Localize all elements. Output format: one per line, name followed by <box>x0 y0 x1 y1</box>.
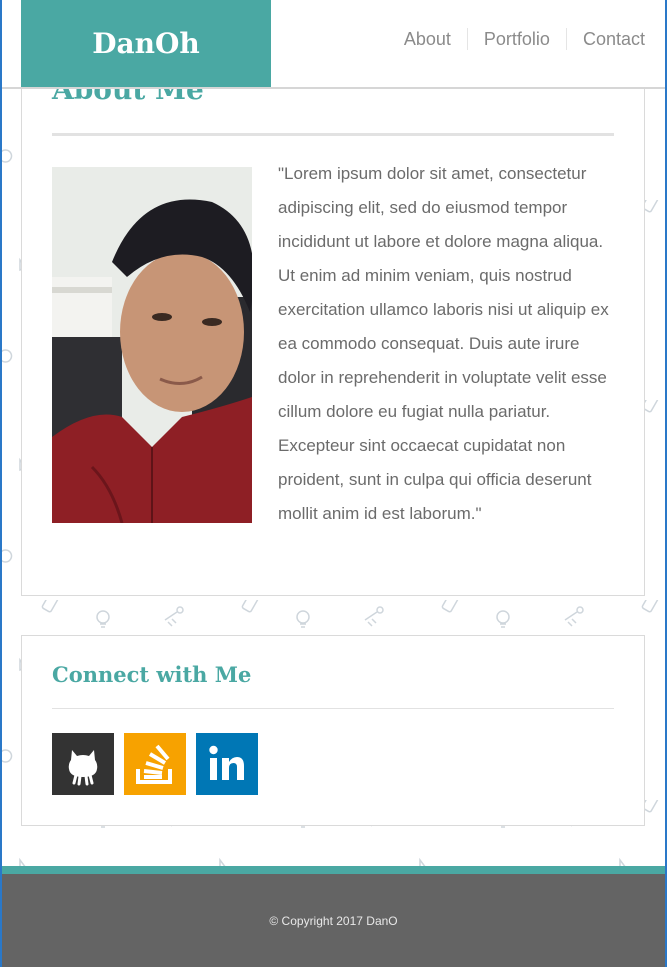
copyright-text: © Copyright 2017 DanO <box>269 913 398 928</box>
nav-portfolio[interactable]: Portfolio <box>466 28 550 50</box>
site-footer: © Copyright 2017 DanO <box>0 874 667 967</box>
github-link[interactable] <box>52 733 114 795</box>
footer-accent-bar <box>0 866 667 874</box>
linkedin-icon <box>196 733 258 795</box>
connect-divider <box>52 708 614 709</box>
bio-text: "Lorem ipsum dolor sit amet, consectetur… <box>278 164 609 523</box>
connect-title: Connect with Me <box>52 662 252 687</box>
linkedin-link[interactable] <box>196 733 258 795</box>
stackoverflow-icon <box>124 733 186 795</box>
brand-logo[interactable]: DanOh <box>21 0 271 87</box>
about-bio: "Lorem ipsum dolor sit amet, consectetur… <box>52 157 614 531</box>
github-icon <box>52 733 114 795</box>
stackoverflow-link[interactable] <box>124 733 186 795</box>
left-edge <box>0 0 2 967</box>
main-nav: About Portfolio Contact <box>388 28 645 50</box>
about-section: About Me "Lorem ipsum dolor sit amet, co… <box>21 60 645 596</box>
about-divider <box>52 133 614 136</box>
connect-section: Connect with Me <box>21 635 645 826</box>
site-header: DanOh About Portfolio Contact <box>0 0 667 89</box>
nav-about[interactable]: About <box>388 28 451 50</box>
nav-contact[interactable]: Contact <box>565 28 645 50</box>
